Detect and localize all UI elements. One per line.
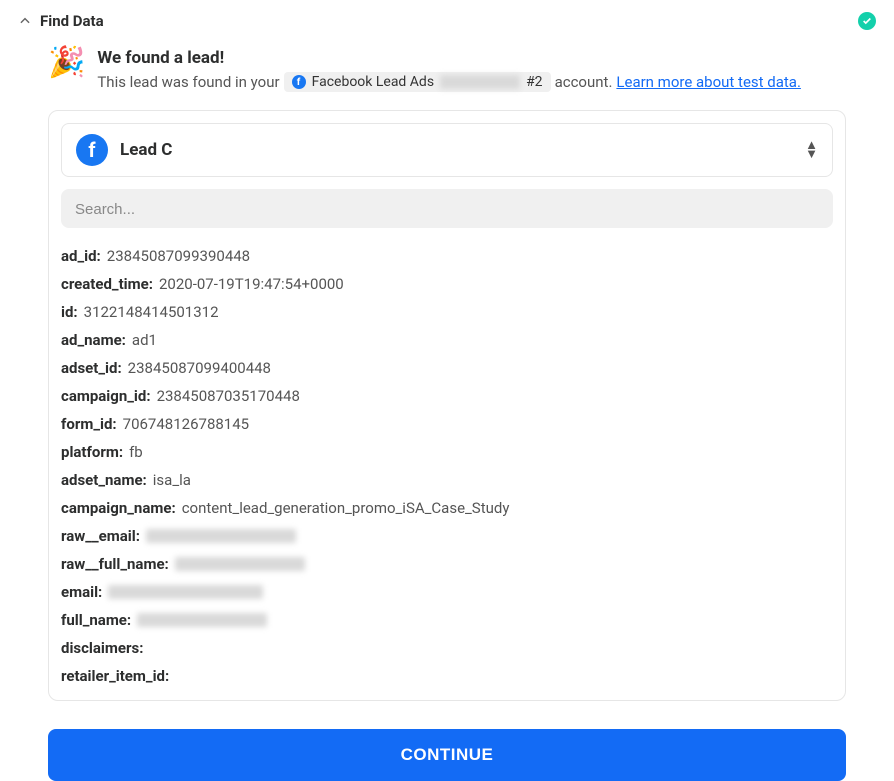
- field-row: campaign_id:23845087035170448: [61, 384, 833, 408]
- continue-button[interactable]: CONTINUE: [48, 729, 846, 781]
- field-value: 3122148414501312: [84, 300, 219, 324]
- field-key: retailer_item_id:: [61, 664, 169, 688]
- field-row: ad_name:ad1: [61, 328, 833, 352]
- section-header: Find Data: [18, 12, 876, 30]
- field-key: raw__full_name:: [61, 552, 169, 576]
- field-value: 2020-07-19T19:47:54+0000: [159, 272, 344, 296]
- lead-intro-text: We found a lead! This lead was found in …: [97, 48, 876, 92]
- lead-selector-label: Lead C: [120, 140, 172, 160]
- field-key: created_time:: [61, 272, 153, 296]
- field-value: isa_la: [153, 468, 191, 492]
- account-chip[interactable]: f Facebook Lead Ads #2: [284, 72, 551, 92]
- field-row: raw__email:: [61, 524, 833, 548]
- field-row: adset_name:isa_la: [61, 468, 833, 492]
- field-key: ad_name:: [61, 328, 126, 352]
- field-key: platform:: [61, 440, 123, 464]
- field-key: raw__email:: [61, 524, 140, 548]
- field-row: email:: [61, 580, 833, 604]
- chevron-up-icon: [18, 14, 32, 28]
- field-row: id: 3122148414501312: [61, 300, 833, 324]
- field-row: full_name:: [61, 608, 833, 632]
- field-key: campaign_id:: [61, 384, 151, 408]
- field-value: content_lead_generation_promo_iSA_Case_S…: [182, 496, 510, 520]
- facebook-icon: f: [292, 75, 306, 89]
- facebook-icon: f: [76, 134, 108, 166]
- field-list: ad_id:23845087099390448 created_time:2020…: [61, 244, 833, 688]
- field-value: 23845087035170448: [157, 384, 300, 408]
- field-value-redacted: [108, 585, 263, 599]
- lead-intro: 🎉 We found a lead! This lead was found i…: [48, 48, 876, 92]
- field-row: created_time:2020-07-19T19:47:54+0000: [61, 272, 833, 296]
- field-key: form_id:: [61, 412, 117, 436]
- field-value-redacted: [137, 613, 267, 627]
- field-key: campaign_name:: [61, 496, 176, 520]
- section-header-left[interactable]: Find Data: [18, 12, 104, 30]
- field-key: disclaimers:: [61, 636, 143, 660]
- account-blur: [440, 75, 520, 89]
- field-row: adset_id:23845087099400448: [61, 356, 833, 380]
- learn-more-link[interactable]: Learn more about test data.: [616, 73, 801, 91]
- field-value: 706748126788145: [123, 412, 249, 436]
- subtitle-after: account.: [555, 73, 613, 91]
- field-row: disclaimers:: [61, 636, 833, 660]
- subtitle-prefix: This lead was found in your: [97, 73, 279, 91]
- field-row: retailer_item_id:: [61, 664, 833, 688]
- search-input[interactable]: [75, 201, 819, 218]
- field-key: adset_name:: [61, 468, 147, 492]
- field-value-redacted: [175, 557, 305, 571]
- account-suffix: #2: [526, 74, 543, 90]
- lead-selector[interactable]: f Lead C ▲▼: [61, 123, 833, 177]
- field-row: platform:fb: [61, 440, 833, 464]
- field-key: ad_id:: [61, 244, 101, 268]
- section-title: Find Data: [40, 12, 104, 30]
- field-value: 23845087099400448: [128, 356, 271, 380]
- lead-found-subtitle: This lead was found in your f Facebook L…: [97, 72, 876, 92]
- field-key: id:: [61, 300, 78, 324]
- account-name-prefix: Facebook Lead Ads: [312, 74, 434, 90]
- field-row: campaign_name:content_lead_generation_pr…: [61, 496, 833, 520]
- status-success-icon: [858, 12, 876, 30]
- party-popper-icon: 🎉: [48, 48, 85, 78]
- lead-card: f Lead C ▲▼ ad_id:23845087099390448creat…: [48, 110, 846, 701]
- field-key: email:: [61, 580, 102, 604]
- search-box: [61, 189, 833, 228]
- field-value: ad1: [132, 328, 157, 352]
- lead-found-title: We found a lead!: [97, 48, 876, 68]
- select-arrows-icon: ▲▼: [805, 141, 818, 159]
- field-value: 23845087099390448: [107, 244, 250, 268]
- field-value: fb: [129, 440, 143, 464]
- field-row: form_id:706748126788145: [61, 412, 833, 436]
- field-row: raw__full_name:: [61, 552, 833, 576]
- field-key: adset_id:: [61, 356, 122, 380]
- lead-selector-left: f Lead C: [76, 134, 172, 166]
- field-row: ad_id:23845087099390448: [61, 244, 833, 268]
- field-key: full_name:: [61, 608, 131, 632]
- field-value-redacted: [146, 529, 296, 543]
